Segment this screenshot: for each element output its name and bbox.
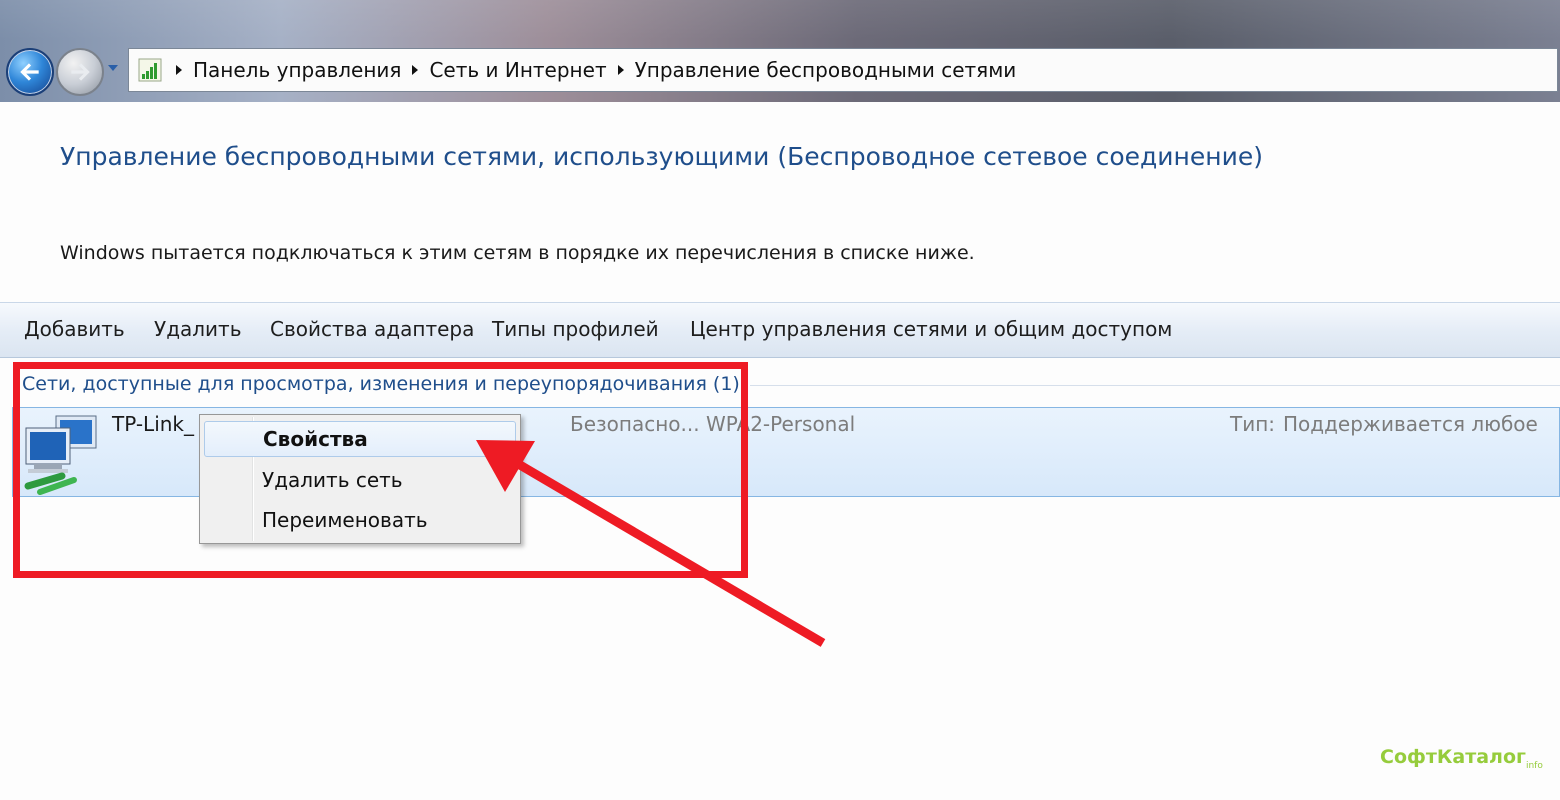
adapter-properties-button[interactable]: Свойства адаптера [270,317,474,341]
chevron-right-icon[interactable] [607,64,635,76]
watermark-logo: СофтКаталогinfo [1380,746,1543,771]
wireless-network-icon [138,58,162,82]
breadcrumb-item-network-internet[interactable]: Сеть и Интернет [429,58,606,82]
breadcrumb-item-manage-wireless[interactable]: Управление беспроводными сетями [635,58,1017,82]
arrow-left-icon [20,63,39,81]
arrow-right-icon [71,63,90,81]
group-divider [750,385,1560,386]
address-bar[interactable]: Панель управления Сеть и Интернет Управл… [128,48,1558,92]
chevron-right-icon[interactable] [165,64,193,76]
network-sharing-center-button[interactable]: Центр управления сетями и общим доступом [690,317,1172,341]
history-dropdown-icon[interactable] [106,61,120,75]
network-type-label: Тип: [1230,412,1276,436]
breadcrumb-item-control-panel[interactable]: Панель управления [193,58,401,82]
remove-button[interactable]: Удалить [154,317,242,341]
command-toolbar: Добавить Удалить Свойства адаптера Типы … [0,302,1560,358]
page-title: Управление беспроводными сетями, использ… [60,142,1264,171]
network-type-value: Поддерживается любое [1283,412,1538,436]
add-button[interactable]: Добавить [24,317,125,341]
forward-button[interactable] [56,48,104,96]
breadcrumb: Панель управления Сеть и Интернет Управл… [165,58,1016,82]
chevron-right-icon[interactable] [401,64,429,76]
annotation-highlight-box [13,362,748,578]
page-description: Windows пытается подключаться к этим сет… [60,242,975,264]
profile-types-button[interactable]: Типы профилей [492,317,659,341]
back-button[interactable] [6,48,54,96]
